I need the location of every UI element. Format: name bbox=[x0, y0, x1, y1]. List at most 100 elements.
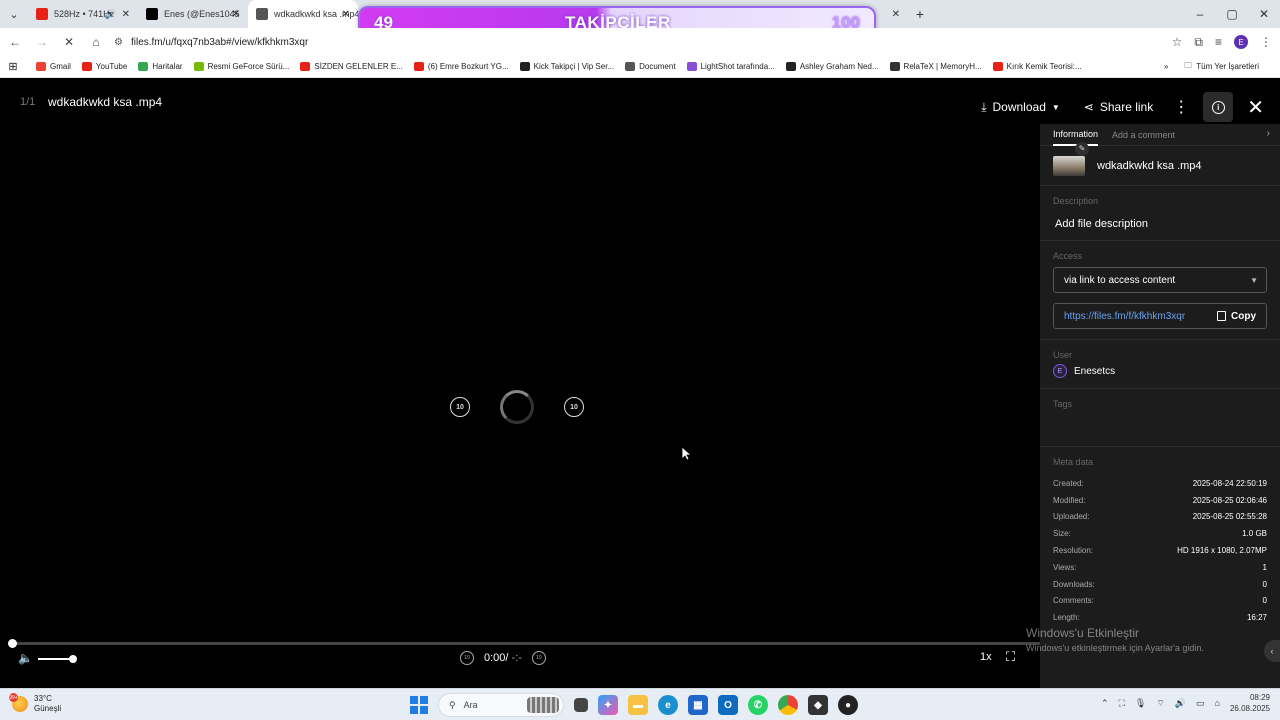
tray-overflow-icon[interactable]: ⌃ bbox=[1101, 698, 1109, 709]
home-icon[interactable]: ⌂ bbox=[84, 35, 108, 49]
bookmark-item[interactable]: Gmail bbox=[36, 62, 71, 71]
panel-collapse-icon[interactable]: › bbox=[1267, 128, 1270, 139]
edge-icon[interactable]: e bbox=[658, 695, 678, 715]
app-icon[interactable]: ● bbox=[838, 695, 858, 715]
tab-information[interactable]: Information bbox=[1053, 124, 1099, 146]
bookmark-item[interactable]: Haritalar bbox=[138, 62, 183, 71]
bookmark-item[interactable]: LightShot tarafında... bbox=[686, 62, 775, 71]
bookmark-item[interactable]: (6) Emre Bozkurt YG... bbox=[413, 62, 509, 71]
progress-bar[interactable] bbox=[8, 639, 1040, 648]
bookmark-item[interactable]: Document bbox=[625, 62, 676, 71]
file-explorer-icon[interactable]: ▬ bbox=[628, 695, 648, 715]
clock[interactable]: 08:29 26.08.2025 bbox=[1230, 692, 1270, 714]
tab-add-comment[interactable]: Add a comment bbox=[1112, 125, 1175, 145]
access-select[interactable]: via link to access content ▼ bbox=[1053, 267, 1267, 293]
close-window-button[interactable]: ✕ bbox=[1248, 7, 1280, 21]
bottom-controls: 🔈 10 0:00/ -:- 10 1x ⛶ bbox=[0, 648, 1040, 670]
site-info-icon[interactable]: ⚙ bbox=[114, 37, 123, 48]
browser-tab[interactable]: 528Hz • 741Hz 🔊 ✕ bbox=[28, 0, 138, 28]
url-field[interactable]: ⚙ files.fm/u/fqxq7nb3ab#/view/kfkhkm3xqr bbox=[114, 37, 308, 48]
loading-icon[interactable]: ✕ bbox=[57, 35, 81, 49]
metadata-row: Resolution: HD 1916 x 1080, 2.07MP bbox=[1053, 542, 1267, 559]
bookmarks-overflow-icon[interactable]: » bbox=[1164, 62, 1168, 71]
edit-thumbnail-icon[interactable]: ✎ bbox=[1075, 141, 1089, 156]
bookmark-item[interactable]: SİZDEN GELENLER E... bbox=[300, 62, 403, 71]
tags-section: Tags bbox=[1040, 389, 1280, 447]
whatsapp-icon[interactable]: ✆ bbox=[748, 695, 768, 715]
tab-close-icon[interactable]: ✕ bbox=[122, 9, 130, 20]
windows-activation-watermark: Windows'u Etkinleştir Windows'u etkinleş… bbox=[1026, 626, 1204, 653]
side-handle-icon[interactable]: ‹ bbox=[1264, 640, 1280, 662]
chrome-icon[interactable] bbox=[778, 695, 798, 715]
back-icon[interactable]: ← bbox=[3, 35, 27, 49]
more-options-icon[interactable]: ⋮ bbox=[1173, 97, 1189, 117]
wifi-icon[interactable]: ⌔ bbox=[1156, 698, 1164, 709]
user-row[interactable]: E Enesetcs bbox=[1053, 364, 1267, 378]
tab-close-icon[interactable]: ✕ bbox=[892, 9, 900, 20]
browser-tab[interactable]: Enes (@Enes1045 ✕ bbox=[138, 0, 248, 28]
bookmark-item[interactable]: Kırık Kemik Teorisi:... bbox=[992, 62, 1082, 71]
tab-close-icon[interactable]: ✕ bbox=[232, 9, 240, 20]
bookmark-item[interactable]: Resmi GeForce Sürü... bbox=[193, 62, 289, 71]
small-forward-icon[interactable]: 10 bbox=[531, 651, 546, 665]
mic-icon[interactable]: 🎙 bbox=[1135, 698, 1146, 709]
playback-speed[interactable]: 1x bbox=[980, 651, 992, 663]
metadata-value: 2025-08-24 22:50:19 bbox=[1192, 478, 1267, 488]
bookmark-star-icon[interactable]: ☆ bbox=[1172, 35, 1183, 49]
tab-audio-icon[interactable]: 🔊 bbox=[105, 9, 116, 20]
speaker-icon[interactable]: 🔊 bbox=[1175, 698, 1186, 709]
extensions-icon[interactable]: ⧉ bbox=[1194, 35, 1203, 50]
tab-search-button[interactable]: ⌄ bbox=[0, 0, 28, 28]
weather-widget[interactable]: 99+ 33°C Güneşli bbox=[9, 693, 61, 714]
tab-close-icon[interactable]: ✕ bbox=[342, 9, 350, 20]
close-viewer-icon[interactable]: ✕ bbox=[1247, 95, 1264, 120]
volume-icon[interactable]: 🔈 bbox=[18, 651, 33, 665]
metadata-row: Created: 2025-08-24 22:50:19 bbox=[1053, 475, 1267, 492]
metadata-key: Comments: bbox=[1053, 596, 1094, 606]
rewind-10-icon[interactable]: 10 bbox=[450, 397, 470, 417]
center-controls: 10 10 bbox=[450, 390, 584, 424]
volume-slider[interactable] bbox=[38, 655, 77, 663]
media-controls-icon[interactable]: ≡ bbox=[1215, 35, 1222, 49]
all-bookmarks-button[interactable]: 🗀 Tüm Yer İşaretleri bbox=[1184, 60, 1259, 74]
bookmark-favicon-icon bbox=[36, 62, 46, 71]
bookmark-item[interactable]: Kick Takipçi | Vip Ser... bbox=[519, 62, 614, 71]
taskbar: 99+ 33°C Güneşli ⚲ Ara ✦ ▬ e ▦ O ✆ ◆ ● ⌃… bbox=[0, 688, 1280, 720]
battery-icon[interactable]: ▭ bbox=[1196, 698, 1205, 709]
forward-icon[interactable]: → bbox=[30, 35, 54, 49]
add-description-field[interactable]: Add file description bbox=[1053, 218, 1267, 230]
info-button[interactable]: i bbox=[1203, 92, 1234, 122]
fullscreen-icon[interactable]: ⛶ bbox=[1006, 649, 1015, 665]
copilot-icon[interactable]: ✦ bbox=[598, 695, 618, 715]
forward-10-icon[interactable]: 10 bbox=[564, 397, 584, 417]
obs-icon[interactable]: ◆ bbox=[808, 695, 828, 715]
small-rewind-icon[interactable]: 10 bbox=[460, 651, 474, 665]
minimize-button[interactable]: – bbox=[1184, 7, 1216, 21]
share-link-button[interactable]: ⋖ Share link bbox=[1084, 100, 1153, 114]
store-icon[interactable]: ▦ bbox=[688, 695, 708, 715]
system-tray: ⌃ ⛶ 🎙 ⌔ 🔊 ▭ ⌂ 08:29 26.08.2025 bbox=[1101, 692, 1270, 714]
task-view-icon[interactable] bbox=[574, 698, 588, 712]
bookmark-item[interactable]: YouTube bbox=[81, 62, 128, 71]
windows-start-icon[interactable] bbox=[410, 696, 428, 714]
taskbar-search[interactable]: ⚲ Ara bbox=[438, 693, 564, 717]
progress-knob[interactable] bbox=[8, 639, 17, 648]
apps-grid-icon[interactable]: ⊞ bbox=[0, 60, 26, 73]
outlook-icon[interactable]: O bbox=[718, 695, 738, 715]
viewer-file-title: wdkadkwkd ksa .mp4 bbox=[48, 95, 163, 109]
bookmark-item[interactable]: RelaTeX | MemoryH... bbox=[889, 62, 982, 71]
share-link-url[interactable]: https://files.fm/f/kfkhkm3xqr bbox=[1064, 311, 1185, 322]
download-button[interactable]: ⤓ Download ▼ bbox=[981, 100, 1060, 115]
profile-avatar[interactable]: E bbox=[1234, 35, 1248, 49]
browser-tab[interactable]: wdkadkwkd ksa .mp4 ✕ bbox=[248, 0, 358, 28]
bookmark-item[interactable]: Ashley Graham Ned... bbox=[785, 62, 879, 71]
browser-menu-icon[interactable]: ⋮ bbox=[1260, 35, 1272, 49]
notifications-icon[interactable]: ⌂ bbox=[1215, 698, 1220, 708]
maximize-button[interactable]: ▢ bbox=[1216, 7, 1248, 21]
bookmark-label: YouTube bbox=[95, 62, 128, 71]
volume-knob[interactable] bbox=[69, 655, 77, 663]
network-tray-icon[interactable]: ⛶ bbox=[1119, 698, 1125, 709]
new-tab-button[interactable]: + bbox=[908, 6, 932, 22]
caret-down-icon: ▼ bbox=[1250, 275, 1258, 285]
copy-link-button[interactable]: Copy bbox=[1217, 311, 1256, 322]
